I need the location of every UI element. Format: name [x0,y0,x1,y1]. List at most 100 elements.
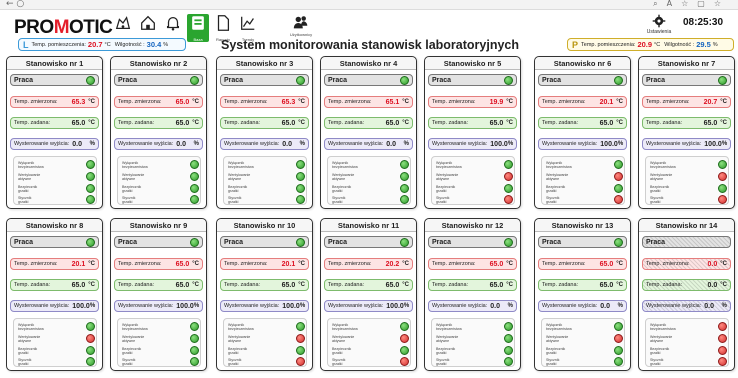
status-label: Wentylowanie aktywne [332,172,355,181]
work-label: Praca [118,238,138,246]
set-temperature[interactable]: Temp. zadana: 65.0 °C [10,117,99,129]
room-temp-value: 20.9 [637,40,653,49]
station-card[interactable]: Stanowisko nr 10 Praca Temp. zmierzona: 20.… [216,218,313,371]
clock: 08:25:30 [683,17,724,28]
status-label: Wentylowanie aktywne [546,172,569,181]
status-led-icon [614,195,623,204]
output-level: Wysterowanie wyjścia: 0.0% [220,138,309,150]
output-label: Wysterowanie wyjścia: [328,303,384,309]
station-card[interactable]: Stanowisko nr 13 Praca Temp. zmierzona: 65.… [534,218,631,371]
status-led-icon [504,184,513,193]
set-temp-value: 65.0 [489,119,504,127]
status-led-icon [296,184,305,193]
browser-actions-icons[interactable]: ⌕A☆▢☆ [653,0,730,9]
status-row: Bezpiecznik grzałki [18,345,95,356]
set-temperature[interactable]: Temp. zadana: 65.0 °C [324,117,413,129]
status-label: Bezpiecznik grzałki [332,346,352,355]
status-label: Wyłącznik bezpieczeństwa [228,160,254,169]
percent-unit: % [507,303,513,309]
status-row: Stycznik grzałki [546,194,623,205]
status-row: Stycznik grzałki [228,194,305,205]
set-temperature[interactable]: Temp. zadana: 65.0 °C [428,117,517,129]
output-level: Wysterowanie wyjścia: 0.0% [114,138,203,150]
set-temperature[interactable]: Temp. zadana: 65.0 °C [220,117,309,129]
station-card[interactable]: Stanowisko nr 5 Praca Temp. zmierzona: 19.9… [424,56,521,209]
set-temperature[interactable]: Temp. zadana: 65.0 °C [114,279,203,291]
status-label: Wyłącznik bezpieczeństwa [650,160,676,169]
status-row: Wentylowanie aktywne [436,333,513,344]
status-row: Wyłącznik bezpieczeństwa [122,321,199,332]
station-card[interactable]: Stanowisko nr 14 Praca Temp. zmierzona: 0.0… [638,218,735,371]
status-row: Bezpiecznik grzałki [228,345,305,356]
station-card[interactable]: Stanowisko nr 8 Praca Temp. zmierzona: 20.1… [6,218,103,371]
set-temp-label: Temp. zadana: [118,282,155,288]
station-card[interactable]: Stanowisko nr 9 Praca Temp. zmierzona: 65.0… [110,218,207,371]
status-row: Wentylowanie aktywne [332,171,409,182]
set-temperature[interactable]: Temp. zadana: 65.0 °C [428,279,517,291]
station-name: Stanowisko nr 9 [111,219,206,232]
output-level: Wysterowanie wyjścia: 100.0% [324,300,413,312]
status-label: Stycznik grzałki [436,195,450,204]
status-row: Wentylowanie aktywne [228,171,305,182]
output-value: 100.0 [282,302,300,310]
output-value: 0.0 [490,302,501,310]
status-label: Wyłącznik bezpieczeństwa [122,160,148,169]
station-card[interactable]: Stanowisko nr 1 Praca Temp. zmierzona: 65.3… [6,56,103,209]
measured-temperature: Temp. zmierzona: 65.0 °C [114,258,203,270]
status-led-icon [718,357,727,366]
measured-temperature: Temp. zmierzona: 20.7 °C [642,96,731,108]
status-led-icon [718,172,727,181]
station-card[interactable]: Stanowisko nr 12 Praca Temp. zmierzona: 65.… [424,218,521,371]
measured-temperature: Temp. zmierzona: 20.1 °C [538,96,627,108]
status-label: Wyłącznik bezpieczeństwa [18,160,44,169]
browser-toolbar: ← ○ ⌕A☆▢☆ [0,0,738,10]
measured-temp-value: 20.1 [281,260,296,268]
set-temp-value: 65.0 [599,281,614,289]
set-temperature[interactable]: Temp. zadana: 65.0 °C [114,117,203,129]
output-value: 100.0 [704,140,722,148]
output-label: Wysterowanie wyjścia: [432,141,488,147]
work-status-indicator [614,237,623,247]
temp-unit: °C [298,99,305,105]
status-label: Wentylowanie aktywne [228,334,251,343]
settings-button[interactable]: Ustawienia [644,14,674,35]
status-led-icon [400,160,409,169]
measured-temp-label: Temp. zmierzona: [224,261,268,267]
station-card[interactable]: Stanowisko nr 2 Praca Temp. zmierzona: 65.0… [110,56,207,209]
set-temperature[interactable]: Temp. zadana: 65.0 °C [538,117,627,129]
station-name: Stanowisko nr 6 [535,57,630,70]
room-humidity-label: Wilgotność : [664,41,695,48]
set-temperature[interactable]: Temp. zadana: 0.0 °C [642,279,731,291]
measured-temp-value: 65.1 [385,98,400,106]
work-label: Praca [224,238,244,246]
set-temp-label: Temp. zadana: [14,120,51,126]
temp-unit: °C [88,120,95,126]
temp-unit: °C [192,99,199,105]
station-name: Stanowisko nr 1 [7,57,102,70]
measured-temp-value: 20.7 [703,98,718,106]
station-status-panel: Wyłącznik bezpieczeństwa Wentylowanie akt… [541,156,625,205]
station-card[interactable]: Stanowisko nr 4 Praca Temp. zmierzona: 65.1… [320,56,417,209]
status-led-icon [614,322,623,331]
station-card[interactable]: Stanowisko nr 7 Praca Temp. zmierzona: 20.7… [638,56,735,209]
status-label: Wyłącznik bezpieczeństwa [122,322,148,331]
set-temperature[interactable]: Temp. zadana: 65.0 °C [10,279,99,291]
set-temperature[interactable]: Temp. zadana: 65.0 °C [642,117,731,129]
status-led-icon [296,346,305,355]
output-label: Wysterowanie wyjścia: [542,141,598,147]
set-temperature[interactable]: Temp. zadana: 65.0 °C [220,279,309,291]
status-row: Wyłącznik bezpieczeństwa [122,159,199,170]
station-card[interactable]: Stanowisko nr 3 Praca Temp. zmierzona: 65.3… [216,56,313,209]
station-card[interactable]: Stanowisko nr 6 Praca Temp. zmierzona: 20.1… [534,56,631,209]
temp-unit: °C [402,120,409,126]
back-icon[interactable]: ← ○ [6,0,24,9]
output-value: 100.0 [600,140,618,148]
status-row: Stycznik grzałki [228,356,305,367]
station-card[interactable]: Stanowisko nr 11 Praca Temp. zmierzona: 20.… [320,218,417,371]
set-temperature[interactable]: Temp. zadana: 65.0 °C [538,279,627,291]
work-label: Praca [432,238,452,246]
gear-icon [652,14,666,28]
station-name: Stanowisko nr 5 [425,57,520,70]
status-label: Wentylowanie aktywne [546,334,569,343]
set-temperature[interactable]: Temp. zadana: 65.0 °C [324,279,413,291]
